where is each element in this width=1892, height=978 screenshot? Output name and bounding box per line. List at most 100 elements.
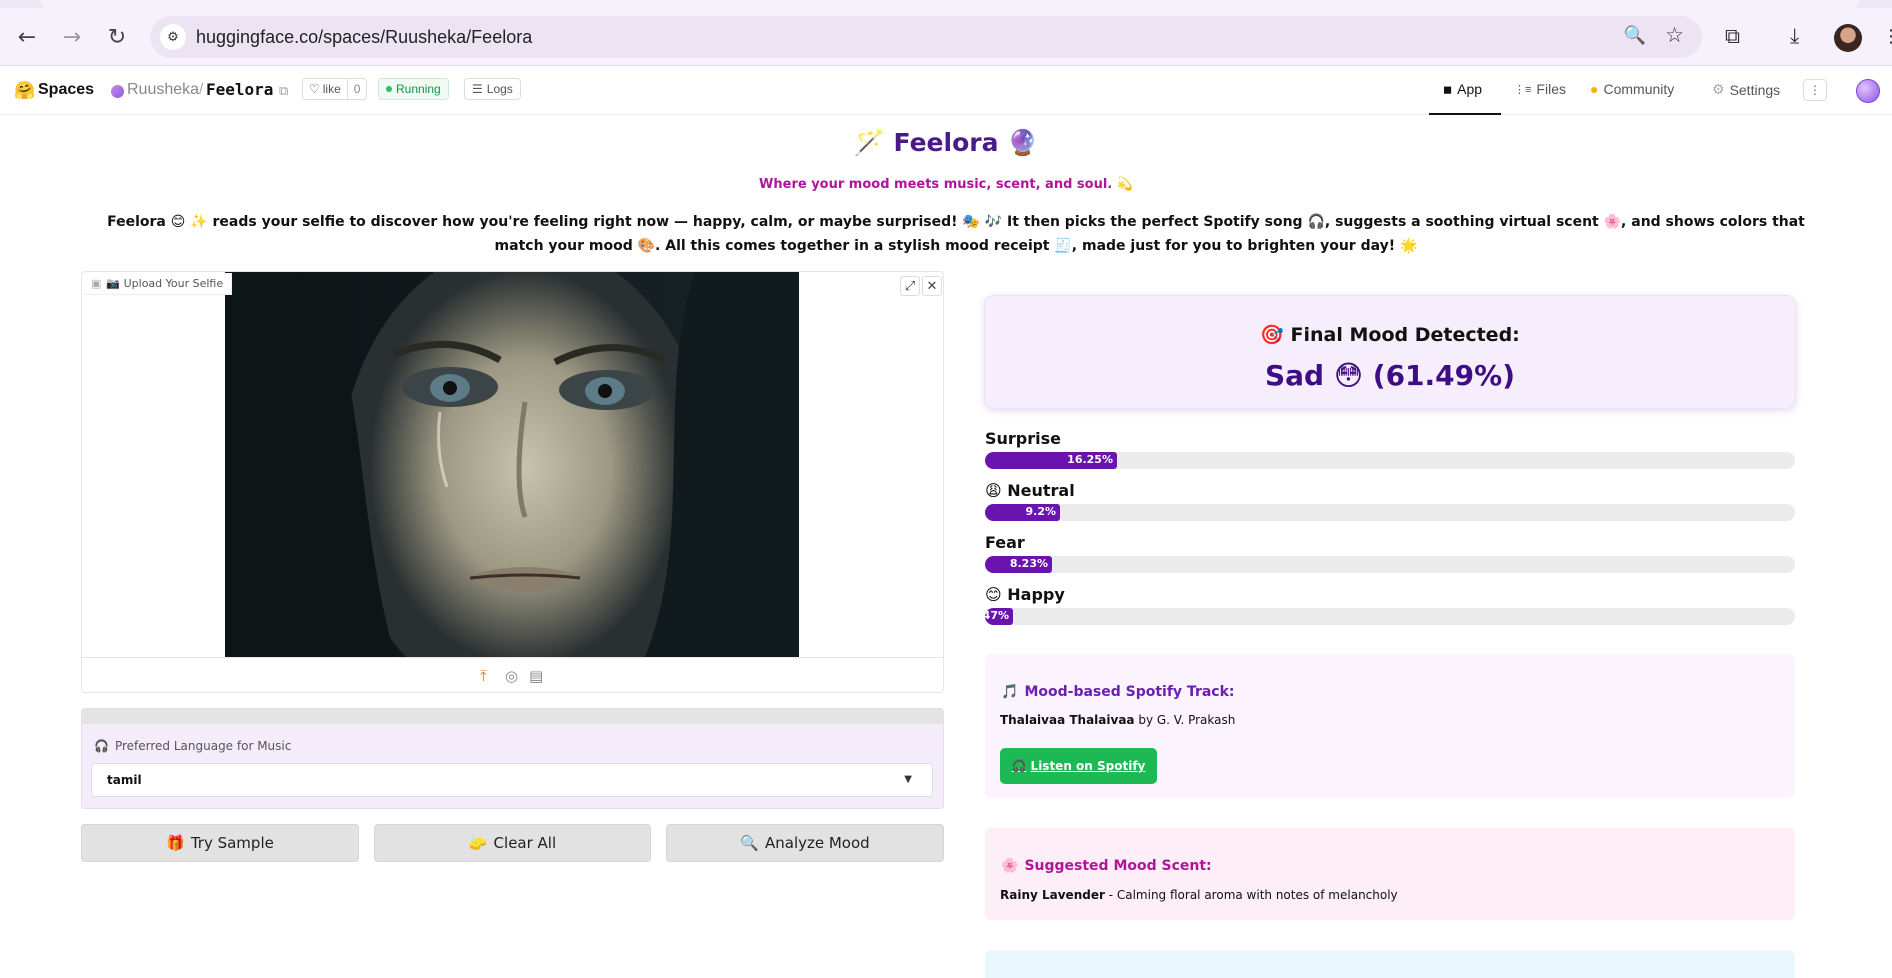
user-avatar[interactable] bbox=[1856, 79, 1880, 103]
target-icon: 🎯 bbox=[1260, 324, 1284, 346]
try-sample-button[interactable]: 🎁 Try Sample bbox=[81, 824, 359, 862]
bar-value-happy: 3.47% bbox=[985, 609, 1009, 622]
forward-icon[interactable]: → bbox=[59, 24, 85, 50]
final-mood-heading-text: Final Mood Detected: bbox=[1290, 324, 1520, 346]
upload-icon[interactable]: ⤒ bbox=[480, 667, 487, 685]
tab-settings[interactable]: ⚙ Settings bbox=[1712, 81, 1780, 98]
bar-track-fear: 8.23% bbox=[985, 556, 1795, 573]
language-value: tamil bbox=[107, 773, 142, 787]
scent-description: - Calming floral aroma with notes of mel… bbox=[1108, 888, 1398, 902]
gift-icon: 🎁 bbox=[166, 834, 185, 852]
logs-button[interactable]: ☰ Logs bbox=[464, 78, 521, 100]
selfie-image bbox=[225, 272, 799, 657]
app-subtitle: Where your mood meets music, scent, and … bbox=[759, 177, 1133, 192]
chevron-down-icon[interactable]: ▼ bbox=[904, 774, 912, 785]
back-icon[interactable]: ← bbox=[14, 24, 40, 50]
status-text: Running bbox=[396, 82, 441, 96]
language-label: 🎧 Preferred Language for Music bbox=[94, 739, 291, 753]
tab-files[interactable]: ⋮≡ Files bbox=[1514, 81, 1566, 97]
address-bar[interactable]: ⚙ huggingface.co/spaces/Ruusheka/Feelora… bbox=[150, 16, 1702, 58]
like-count: 0 bbox=[353, 82, 361, 96]
scent-card: 🌸 Suggested Mood Scent: Rainy Lavender - … bbox=[985, 828, 1795, 920]
clear-all-button[interactable]: 🧽 Clear All bbox=[374, 824, 651, 862]
app-title: 🪄 Feelora 🔮 bbox=[853, 128, 1039, 157]
bar-value-surprise: 16.25% bbox=[1067, 453, 1113, 466]
active-tab-indicator bbox=[1429, 113, 1501, 115]
flower-icon: 🌸 bbox=[1001, 858, 1019, 874]
download-icon[interactable]: ⤓ bbox=[1790, 24, 1799, 49]
close-icon[interactable]: ✕ bbox=[922, 276, 942, 296]
clipboard-icon[interactable]: ▤ bbox=[529, 667, 543, 685]
search-icon: 🔍 bbox=[740, 834, 759, 852]
hf-space-header: 🤗 Spaces Ruusheka / Feelora ⧉ ♡ like 0 Ru… bbox=[0, 67, 1892, 115]
analyze-mood-button[interactable]: 🔍 Analyze Mood bbox=[666, 824, 944, 862]
bar-label-happy: 😊 Happy bbox=[985, 585, 1065, 604]
upload-label: ▣ 📷 Upload Your Selfie bbox=[83, 273, 233, 295]
language-panel: 🎧 Preferred Language for Music tamil ▼ bbox=[81, 708, 944, 809]
path-separator: / bbox=[199, 81, 204, 98]
headphones-icon: 🎧 bbox=[1011, 759, 1027, 773]
language-dropdown[interactable]: tamil ▼ bbox=[91, 763, 933, 797]
spaces-link[interactable]: Spaces bbox=[38, 81, 94, 99]
more-options-button[interactable]: ⋮ bbox=[1803, 79, 1827, 101]
analyze-mood-label: Analyze Mood bbox=[764, 834, 870, 852]
space-name[interactable]: Feelora bbox=[206, 80, 273, 99]
profile-avatar[interactable] bbox=[1834, 24, 1862, 52]
tab-community[interactable]: ● Community bbox=[1590, 81, 1674, 97]
bar-track-surprise: 16.25% bbox=[985, 452, 1795, 469]
app-description: Feelora 😊 ✨ reads your selfie to discove… bbox=[107, 214, 1805, 254]
owner-link[interactable]: Ruusheka bbox=[127, 81, 199, 99]
fullscreen-icon[interactable]: ⤢ bbox=[900, 276, 920, 296]
zoom-icon[interactable]: 🔍 bbox=[1624, 25, 1646, 46]
like-button[interactable]: ♡ like 0 bbox=[302, 78, 368, 100]
tab-app[interactable]: ◼ App bbox=[1443, 81, 1482, 97]
settings-icon: ⚙ bbox=[1712, 81, 1725, 97]
files-icon: ⋮≡ bbox=[1514, 83, 1532, 96]
track-artist: by G. V. Prakash bbox=[1138, 713, 1236, 727]
hf-logo-icon[interactable]: 🤗 bbox=[14, 81, 35, 101]
scent-heading: 🌸 Suggested Mood Scent: bbox=[1001, 858, 1212, 874]
tab-community-label: Community bbox=[1603, 81, 1675, 97]
url-text[interactable]: huggingface.co/spaces/Ruusheka/Feelora bbox=[196, 27, 532, 48]
tab-files-label: Files bbox=[1536, 81, 1566, 97]
site-info-icon[interactable]: ⚙ bbox=[160, 24, 186, 50]
final-mood-card: 🎯 Final Mood Detected: Sad 😳 (61.49%) bbox=[984, 295, 1796, 409]
extensions-icon[interactable]: ⧉ bbox=[1725, 24, 1740, 49]
tab-app-label: App bbox=[1457, 81, 1483, 97]
status-badge[interactable]: Running bbox=[378, 78, 449, 100]
bar-value-neutral: 9.2% bbox=[1025, 505, 1056, 518]
bar-label-neutral: 😩 Neutral bbox=[985, 481, 1075, 500]
bar-fill-happy: 3.47% bbox=[985, 608, 1013, 625]
bookmark-star-icon[interactable]: ☆ bbox=[1665, 23, 1684, 47]
community-icon: ● bbox=[1590, 81, 1599, 97]
track-title: Thalaivaa Thalaivaa bbox=[1000, 713, 1135, 727]
language-label-text: Preferred Language for Music bbox=[114, 739, 292, 753]
scent-info: Rainy Lavender - Calming floral aroma wi… bbox=[1000, 888, 1398, 902]
owner-avatar bbox=[111, 85, 124, 98]
image-source-bar: ⤒ ◎ ▤ bbox=[82, 657, 943, 692]
listen-on-spotify-button[interactable]: 🎧 Listen on Spotify bbox=[1000, 748, 1157, 784]
bar-track-happy: 3.47% bbox=[985, 608, 1795, 625]
bar-label-surprise: Surprise bbox=[985, 429, 1062, 448]
status-dot-icon bbox=[386, 86, 392, 92]
menu-kebab-icon[interactable]: ⋮ bbox=[1882, 26, 1892, 47]
logs-icon: ☰ bbox=[472, 82, 483, 96]
bar-value-fear: 8.23% bbox=[1009, 557, 1048, 570]
selfie-upload-panel[interactable]: ▣ 📷 Upload Your Selfie ⤢ ✕ ⤒ ◎ ▤ bbox=[81, 271, 944, 693]
color-palette-card bbox=[985, 950, 1795, 978]
spotify-card: 🎵 Mood-based Spotify Track: Thalaivaa Tha… bbox=[985, 654, 1795, 798]
music-note-icon: 🎵 bbox=[1001, 684, 1019, 700]
listen-on-spotify-label: Listen on Spotify bbox=[1030, 759, 1146, 773]
webcam-icon[interactable]: ◎ bbox=[505, 667, 518, 685]
scent-name: Rainy Lavender bbox=[1000, 888, 1105, 902]
reload-icon[interactable]: ↻ bbox=[104, 24, 130, 50]
track-info: Thalaivaa Thalaivaa by G. V. Prakash bbox=[1000, 713, 1235, 727]
bar-fill-surprise: 16.25% bbox=[985, 452, 1117, 469]
upload-label-text: 📷 Upload Your Selfie bbox=[106, 277, 224, 290]
clear-all-label: Clear All bbox=[493, 834, 557, 852]
copy-icon[interactable]: ⧉ bbox=[279, 83, 288, 99]
active-browser-tab[interactable] bbox=[40, 0, 1860, 8]
browser-toolbar: ← → ↻ ⚙ huggingface.co/spaces/Ruusheka/F… bbox=[0, 8, 1892, 66]
tab-settings-label: Settings bbox=[1729, 81, 1781, 98]
bar-label-fear: Fear bbox=[985, 533, 1025, 552]
